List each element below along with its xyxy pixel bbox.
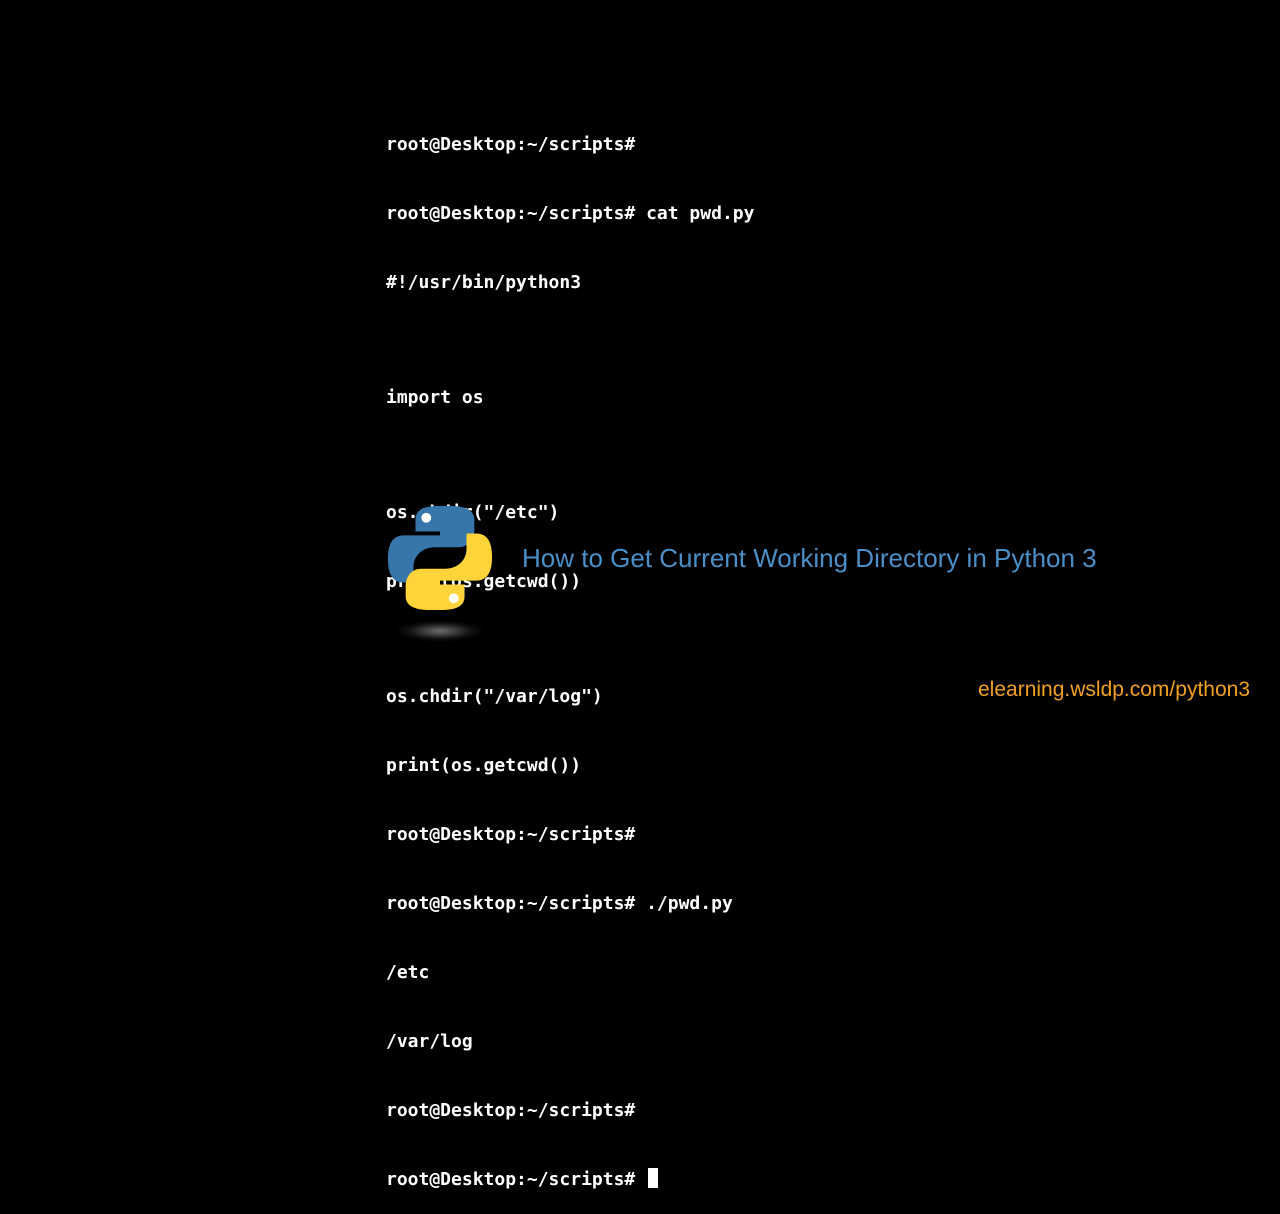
terminal-line: /var/log <box>386 1030 754 1053</box>
page-title: How to Get Current Working Directory in … <box>522 543 1097 574</box>
terminal-line: import os <box>386 386 754 409</box>
terminal-line: root@Desktop:~/scripts# <box>386 1099 754 1122</box>
terminal-line: root@Desktop:~/scripts# ./pwd.py <box>386 892 754 915</box>
terminal-prompt: root@Desktop:~/scripts# <box>386 1169 646 1190</box>
python-logo-icon <box>386 504 494 612</box>
terminal-line: print(os.getcwd()) <box>386 754 754 777</box>
logo-shadow <box>395 620 485 642</box>
terminal-line: #!/usr/bin/python3 <box>386 271 754 294</box>
terminal-cursor <box>648 1168 658 1188</box>
terminal-output: root@Desktop:~/scripts# root@Desktop:~/s… <box>386 87 754 1214</box>
terminal-line: root@Desktop:~/scripts# <box>386 823 754 846</box>
terminal-line: /etc <box>386 961 754 984</box>
terminal-line: root@Desktop:~/scripts# cat pwd.py <box>386 202 754 225</box>
title-section: How to Get Current Working Directory in … <box>386 504 1097 612</box>
terminal-line: root@Desktop:~/scripts# <box>386 133 754 156</box>
terminal-line: os.chdir("/var/log") <box>386 685 754 708</box>
terminal-prompt-line: root@Desktop:~/scripts# <box>386 1168 754 1191</box>
footer-url: elearning.wsldp.com/python3 <box>978 678 1250 702</box>
